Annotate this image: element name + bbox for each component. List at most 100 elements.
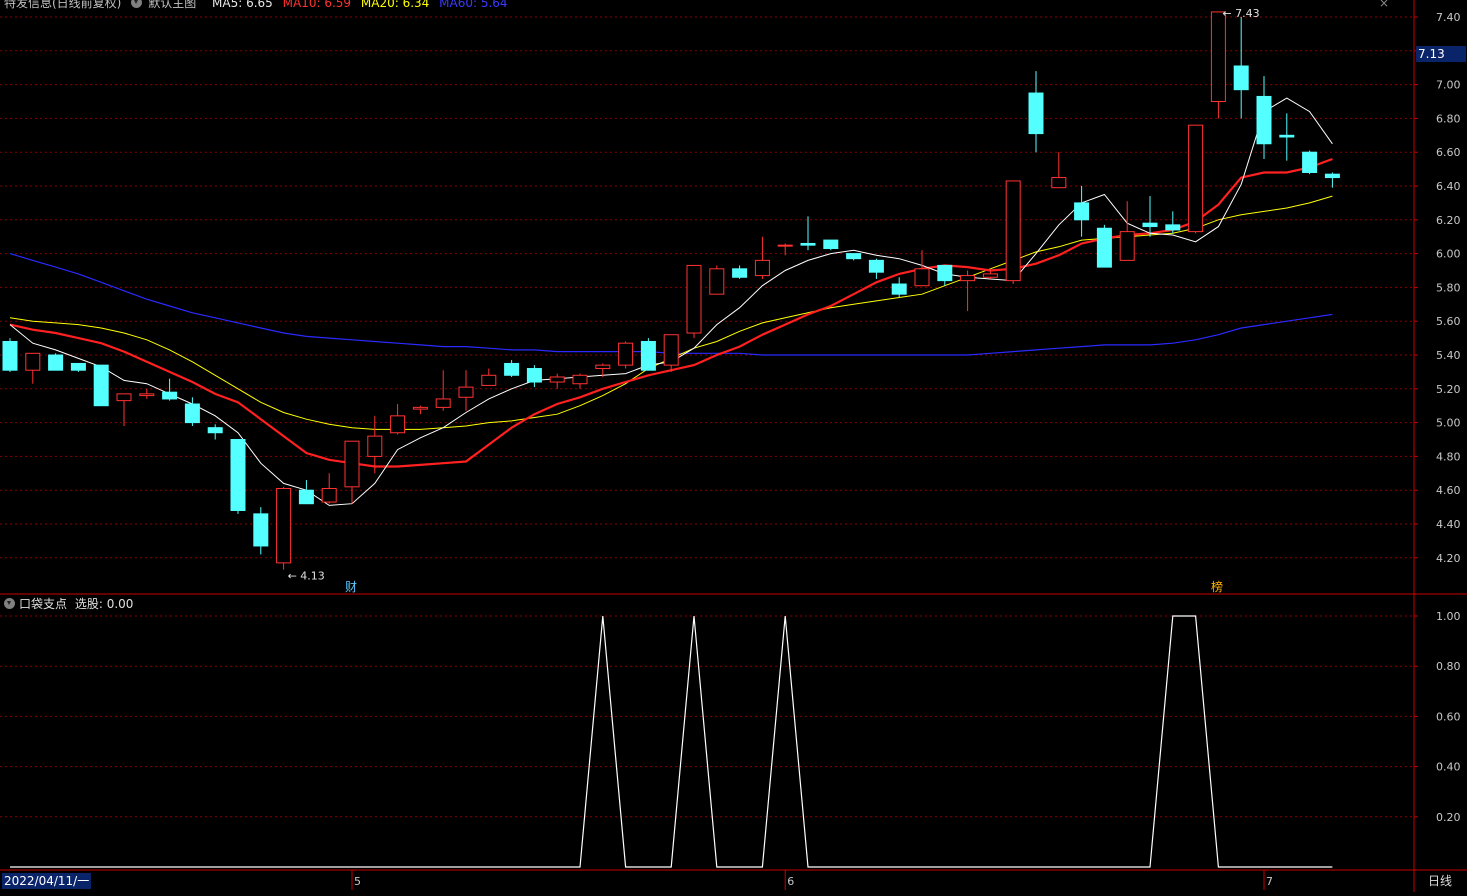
sub-y-tick-label: 0.20	[1436, 811, 1461, 824]
ma5-line	[9, 97, 1333, 506]
candle-body	[1256, 95, 1272, 145]
candle-body	[367, 435, 383, 457]
ranking-marker[interactable]: 榜	[1211, 578, 1223, 595]
candle-body	[1210, 11, 1226, 102]
candle-body	[800, 242, 816, 246]
y-tick-label: 5.60	[1436, 315, 1461, 328]
ma20-value: MA20: 6.34	[360, 0, 430, 10]
candle-body	[960, 275, 976, 282]
y-tick-label: 4.80	[1436, 450, 1461, 463]
candle-body	[754, 259, 770, 277]
date-label: 2022/04/11/一	[2, 873, 92, 889]
candle-body	[276, 488, 292, 564]
candle-body	[435, 398, 451, 408]
candle-body	[868, 259, 884, 273]
stock-name[interactable]: 特发信息(日线前复权)	[4, 0, 121, 10]
y-tick-label: 6.00	[1436, 248, 1461, 261]
candle-body	[1302, 151, 1318, 173]
candle-body	[25, 352, 41, 371]
candle-body	[458, 386, 474, 398]
candle-body	[207, 427, 223, 434]
indicator-name[interactable]: 默认主图	[131, 0, 202, 10]
candle-body	[1324, 173, 1340, 179]
candle-body	[481, 374, 497, 386]
candle-body	[1005, 180, 1021, 282]
candle-body	[982, 273, 998, 278]
candle-body	[253, 513, 269, 547]
y-tick-label: 6.20	[1436, 214, 1461, 227]
candle-body	[777, 244, 793, 247]
candle-body	[70, 362, 86, 371]
sub-y-tick-label: 0.60	[1436, 710, 1461, 723]
candle-body	[1188, 124, 1204, 233]
y-tick-label: 5.40	[1436, 349, 1461, 362]
candle-body	[1051, 177, 1067, 189]
x-month-label: 5	[354, 875, 361, 888]
high-price-label: ← 7.43	[1222, 7, 1259, 20]
candle-body	[549, 376, 565, 383]
candle-body	[504, 362, 520, 376]
candle-body	[139, 393, 155, 397]
y-tick-label: 7.00	[1436, 79, 1461, 92]
candle-body	[116, 393, 132, 402]
candle-body	[298, 489, 314, 505]
y-tick-label: 5.80	[1436, 281, 1461, 294]
chart-stage: 4.20 4.40 4.60 4.80 5.00 5.20 5.40 5.60 5.80 6.00…	[0, 0, 1467, 892]
sub-y-tick-label: 0.80	[1436, 660, 1461, 673]
candle-body	[1165, 224, 1181, 231]
sub-y-tick-label: 1.00	[1436, 610, 1461, 623]
y-tick-label: 4.60	[1436, 484, 1461, 497]
x-month-label: 7	[1266, 875, 1273, 888]
y-tick-label: 4.20	[1436, 552, 1461, 565]
chart-svg[interactable]: 4.20 4.40 4.60 4.80 5.00 5.20 5.40 5.60 5.80 6.00…	[0, 0, 1467, 892]
period-label[interactable]: 日线	[1428, 873, 1452, 889]
candle-body	[732, 268, 748, 278]
candle-body	[2, 340, 18, 371]
candle-body	[846, 253, 862, 260]
candle-body	[93, 364, 109, 407]
candle-body	[686, 264, 702, 334]
candle-body	[412, 406, 428, 410]
candle-body	[1142, 222, 1158, 228]
candle-body	[162, 391, 178, 400]
ma20-line	[9, 195, 1333, 430]
y-tick-label: 5.00	[1436, 417, 1461, 430]
low-price-label: ← 4.13	[288, 570, 325, 583]
y-tick-label: 5.20	[1436, 383, 1461, 396]
sub-chart-title[interactable]: 口袋支点	[19, 597, 67, 611]
candle-body	[230, 439, 246, 511]
dropdown-icon[interactable]	[4, 598, 15, 609]
sub-y-tick-label: 0.40	[1436, 761, 1461, 774]
candle-body	[823, 239, 839, 250]
candle-body	[1074, 202, 1090, 221]
candle-body	[891, 283, 907, 295]
candle-body	[640, 340, 656, 371]
ma60-value: MA60: 5.64	[439, 0, 508, 10]
candle-body	[344, 440, 360, 488]
sub-chart-header: 口袋支点 选股: 0.00	[4, 595, 133, 612]
candle-body	[595, 364, 611, 370]
finance-marker[interactable]: 财	[345, 578, 357, 595]
dropdown-icon[interactable]	[131, 0, 143, 8]
candle-body	[618, 342, 634, 366]
sub-chart-value: 选股: 0.00	[74, 597, 134, 611]
ma5-value: MA5: 6.65	[212, 0, 273, 10]
candle-body	[1096, 227, 1112, 268]
chart-header: 特发信息(日线前复权) 默认主图 MA5: 6.65 MA10: 6.59 MA…	[4, 0, 514, 10]
y-tick-label: 6.80	[1436, 112, 1461, 125]
y-tick-label: 7.40	[1436, 11, 1461, 24]
y-tick-label: 6.60	[1436, 146, 1461, 159]
candle-body	[390, 415, 406, 434]
x-month-label: 6	[787, 875, 794, 888]
candle-body	[1028, 92, 1044, 135]
candle-body	[663, 334, 679, 366]
close-icon[interactable]: ×	[1379, 0, 1389, 10]
candle-body	[572, 374, 588, 385]
candle-body	[914, 268, 930, 287]
candle-body	[709, 268, 725, 295]
candle-body	[526, 368, 542, 383]
pocket-pivot-line	[10, 615, 1333, 868]
current-price-tag: 7.13	[1416, 46, 1466, 62]
ma10-line	[9, 157, 1333, 468]
y-tick-label: 4.40	[1436, 518, 1461, 531]
